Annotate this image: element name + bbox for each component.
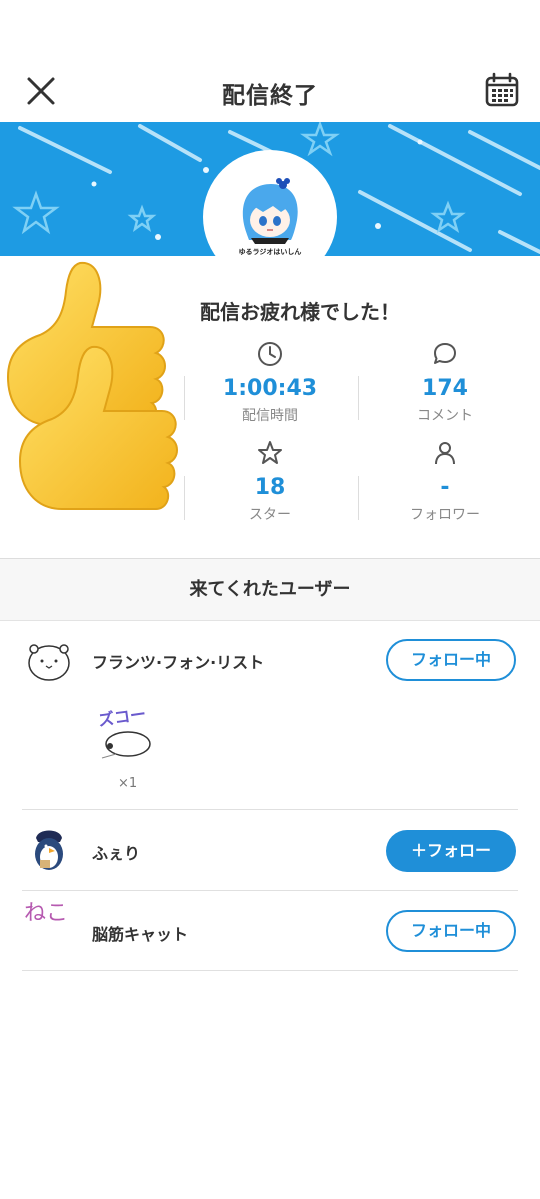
visitor-row: フランツ·フォン·リスト フォロー中 — [0, 621, 540, 809]
user-avatar-neko[interactable]: ねこ — [24, 903, 74, 953]
avatar-caption: ゆるラジオはいしん — [238, 248, 302, 256]
gift-sticker: ズコー — [97, 704, 151, 759]
gift-text: ズコー — [97, 704, 147, 729]
streamer-character-image — [242, 178, 298, 244]
stat-value: 1:00:43 — [222, 376, 318, 401]
visitor-row: ふぇり ＋フォロー — [0, 810, 540, 890]
user-avatar-bear[interactable] — [24, 635, 74, 685]
stat-label: 配信時間 — [242, 408, 298, 424]
following-button[interactable]: フォロー中 — [386, 639, 516, 681]
divider — [358, 476, 359, 520]
stat-label: コメント — [417, 408, 473, 424]
gift-count: ×1 — [118, 776, 138, 791]
stat-followers: - フォロワー — [360, 439, 530, 524]
user-name[interactable]: 脳筋キャット — [92, 921, 188, 945]
person-icon — [435, 442, 455, 465]
divider — [22, 970, 518, 971]
user-name[interactable]: ふぇり — [92, 840, 140, 864]
stat-value: 18 — [254, 475, 286, 500]
stream-ended-screen: 配信終了 ゆるラジオはいしん 配信お疲れ様でした！ 1:00:43 配信時間 1… — [0, 0, 540, 1199]
stat-duration: 1:00:43 配信時間 — [185, 340, 355, 425]
nav-bar: 配信終了 — [0, 60, 540, 122]
following-button[interactable]: フォロー中 — [386, 910, 516, 952]
page-title: 配信終了 — [222, 83, 318, 109]
stat-stars: 18 スター — [185, 439, 355, 524]
visitors-heading: 来てくれたユーザー — [0, 559, 540, 621]
user-avatar-penguin[interactable] — [24, 824, 74, 874]
calendar-icon[interactable] — [484, 72, 520, 108]
follow-button[interactable]: ＋フォロー — [386, 830, 516, 872]
thumbs-up-emoji-overlay — [6, 261, 178, 510]
clock-icon — [258, 342, 282, 366]
stat-value: 174 — [422, 376, 468, 401]
status-area — [0, 0, 540, 60]
user-name[interactable]: フランツ·フォン·リスト — [92, 649, 264, 673]
stat-label: スター — [249, 507, 291, 523]
visitor-row: ねこ 脳筋キャット フォロー中 — [0, 891, 540, 971]
divider — [358, 376, 359, 420]
streamer-avatar: ゆるラジオはいしん — [203, 150, 337, 284]
stat-value: - — [440, 475, 450, 500]
star-icon — [258, 441, 282, 464]
stat-comments: 174 コメント — [360, 340, 530, 425]
comment-icon — [434, 343, 456, 364]
stat-label: フォロワー — [410, 507, 480, 523]
